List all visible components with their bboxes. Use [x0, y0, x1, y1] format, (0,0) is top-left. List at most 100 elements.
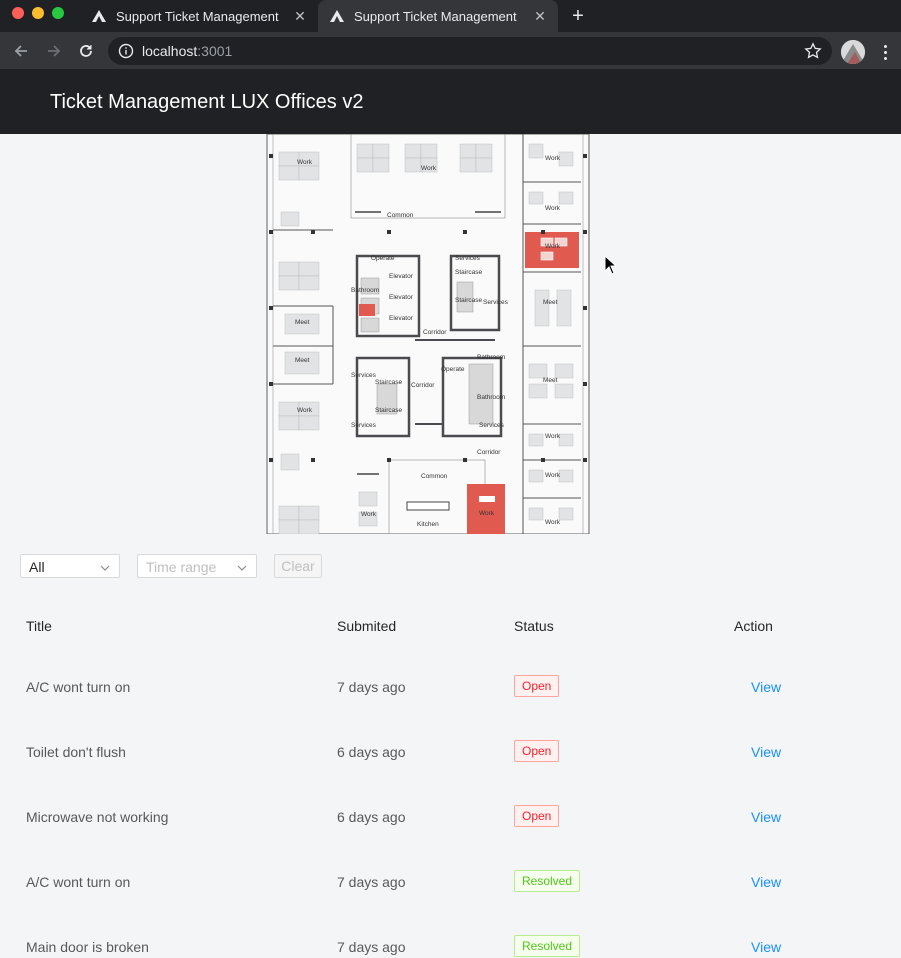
table-row: Main door is broken 7 days ago Resolved …: [0, 914, 901, 958]
room-label: Work: [297, 159, 313, 166]
room-label: Staircase: [455, 297, 482, 304]
room-label: Work: [545, 433, 561, 440]
browser-tab-1[interactable]: Support Ticket Management ✕: [80, 0, 318, 32]
view-ticket-link[interactable]: View: [751, 809, 781, 825]
status-badge: Open: [514, 740, 560, 762]
room-label: Corridor: [423, 329, 447, 336]
ticket-title: A/C wont turn on: [26, 679, 131, 695]
app-favicon-icon: [330, 9, 344, 23]
ticket-title: Main door is broken: [26, 939, 149, 955]
room-label: Elevator: [389, 273, 414, 280]
column-header-title[interactable]: Title: [26, 618, 52, 634]
ticket-submitted: 6 days ago: [337, 809, 406, 825]
column-header-action: Action: [734, 618, 773, 634]
room-label: Services: [351, 372, 377, 379]
room-label: Meet: [295, 357, 310, 364]
room-label: Bathroom: [477, 354, 505, 361]
room-label: Work: [545, 243, 561, 250]
room-label: Work: [545, 205, 561, 212]
back-arrow-icon[interactable]: [10, 40, 32, 62]
room-label: Bathroom: [351, 287, 379, 294]
app-favicon-icon: [92, 9, 106, 23]
status-badge: Open: [514, 675, 560, 697]
room-label: Operate: [371, 255, 395, 262]
ticket-submitted: 7 days ago: [337, 939, 406, 955]
room-label: Services: [351, 422, 377, 429]
mouse-cursor-icon: [604, 255, 618, 275]
room-label: Operate: [441, 366, 465, 373]
ticket-submitted: 7 days ago: [337, 874, 406, 890]
room-label: Common: [387, 212, 414, 219]
clear-filters-button[interactable]: Clear: [274, 554, 322, 578]
info-icon[interactable]: [118, 43, 134, 59]
ticket-title: Toilet don't flush: [26, 744, 126, 760]
room-label: Staircase: [375, 407, 402, 414]
chevron-down-icon: [99, 561, 111, 573]
table-row: Toilet don't flush 6 days ago Open View: [0, 719, 901, 784]
table-row: Microwave not working 6 days ago Open Vi…: [0, 784, 901, 849]
table-row: A/C wont turn on 7 days ago Open View: [0, 654, 901, 719]
tab-title: Support Ticket Management: [354, 8, 517, 24]
reload-icon[interactable]: [75, 40, 97, 62]
ticket-submitted: 6 days ago: [337, 744, 406, 760]
room-label: Elevator: [389, 294, 414, 301]
browser-menu-icon[interactable]: [877, 41, 893, 63]
minimize-window-button[interactable]: [32, 7, 44, 19]
room-label: Services: [455, 255, 481, 262]
ticket-submitted: 7 days ago: [337, 679, 406, 695]
close-tab-icon[interactable]: ✕: [292, 8, 308, 24]
status-filter-value: All: [29, 559, 45, 575]
room-label: Work: [545, 472, 561, 479]
url-text: localhost:3001: [142, 43, 233, 59]
view-ticket-link[interactable]: View: [751, 679, 781, 695]
status-badge: Open: [514, 805, 560, 827]
status-badge: Resolved: [514, 935, 581, 957]
view-ticket-link[interactable]: View: [751, 874, 781, 890]
table-row: A/C wont turn on 7 days ago Resolved Vie…: [0, 849, 901, 914]
browser-tab-bar: Support Ticket Management ✕ Support Tick…: [0, 0, 901, 32]
room-label: Work: [421, 165, 437, 172]
room-label: Work: [545, 519, 561, 526]
table-header: Title Submited Status Action: [0, 604, 901, 648]
close-tab-icon[interactable]: ✕: [532, 8, 548, 24]
close-window-button[interactable]: [12, 7, 24, 19]
ticket-title: A/C wont turn on: [26, 874, 131, 890]
ticket-title: Microwave not working: [26, 809, 169, 825]
status-badge: Resolved: [514, 870, 581, 892]
app-header: Ticket Management LUX Offices v2: [0, 69, 901, 134]
room-label: Common: [421, 473, 448, 480]
room-label: Work: [297, 407, 313, 414]
room-label: Elevator: [389, 315, 414, 322]
status-filter-select[interactable]: All: [20, 554, 120, 578]
view-ticket-link[interactable]: View: [751, 744, 781, 760]
time-range-placeholder: Time range: [146, 559, 217, 575]
room-label: Corridor: [411, 382, 435, 389]
room-label: Services: [479, 422, 505, 429]
room-label: Meet: [543, 377, 558, 384]
address-bar[interactable]: localhost:3001: [108, 37, 832, 65]
room-label: Bathroom: [477, 394, 505, 401]
column-header-status[interactable]: Status: [514, 618, 554, 634]
forward-arrow-icon[interactable]: [43, 40, 65, 62]
room-label: Work: [361, 511, 377, 518]
tab-title: Support Ticket Management: [116, 8, 279, 24]
room-label: Services: [483, 299, 509, 306]
bookmark-star-icon[interactable]: [804, 42, 822, 60]
browser-toolbar: localhost:3001: [0, 32, 901, 69]
room-label: Corridor: [477, 449, 501, 456]
browser-tab-2[interactable]: Support Ticket Management ✕: [318, 0, 558, 32]
page-title: Ticket Management LUX Offices v2: [50, 91, 364, 113]
new-tab-button[interactable]: +: [568, 6, 588, 26]
floor-plan-map[interactable]: Work Work Work Work Work Common Operate …: [265, 134, 591, 534]
time-range-select[interactable]: Time range: [137, 554, 257, 578]
room-label: Staircase: [375, 379, 402, 386]
room-label: Kitchen: [417, 521, 439, 528]
chevron-down-icon: [236, 561, 248, 573]
profile-avatar[interactable]: [841, 40, 865, 64]
view-ticket-link[interactable]: View: [751, 939, 781, 955]
column-header-submitted[interactable]: Submited: [337, 618, 396, 634]
room-label: Staircase: [455, 269, 482, 276]
maximize-window-button[interactable]: [52, 7, 64, 19]
room-label: Work: [479, 510, 495, 517]
room-label: Meet: [295, 319, 310, 326]
